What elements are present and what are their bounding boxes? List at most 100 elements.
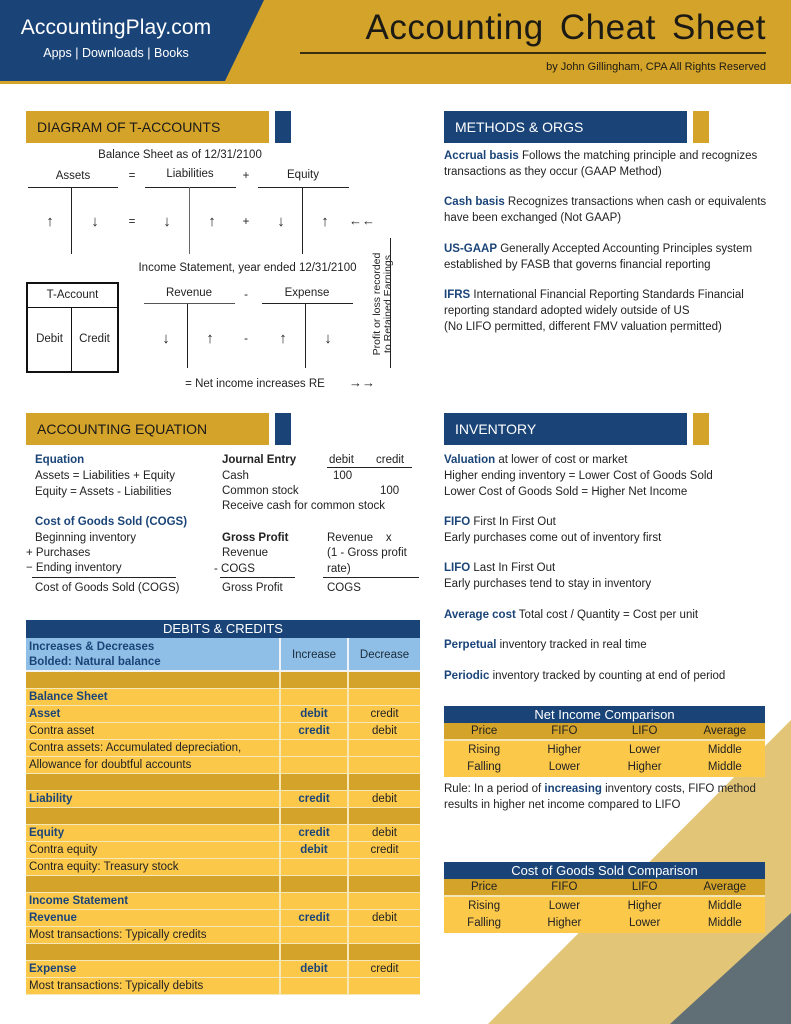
term: Accrual basis (444, 150, 519, 162)
equation-line: Equity = Assets - Liabilities (35, 486, 172, 498)
section-header-inventory: INVENTORY (444, 413, 687, 445)
right-arrows-icon: →→ (349, 375, 375, 390)
row-decrease: credit (347, 961, 420, 977)
liabilities-debit-arrow-icon: ↓ (163, 213, 171, 230)
inventory-perpetual: Perpetual inventory tracked in real time (444, 639, 647, 651)
row-label: Most transactions: Typically debits (29, 980, 204, 992)
row-increase (279, 808, 347, 824)
method-us-gaap: US-GAAP Generally Accepted Accounting Pr… (444, 243, 753, 271)
plus-operator: + (242, 170, 250, 182)
row-increase: credit (279, 723, 347, 739)
site-links[interactable]: Apps | Downloads | Books (0, 46, 232, 60)
row-label (26, 944, 279, 960)
header-increase: Increase (279, 638, 347, 670)
table-row: Most transactions: Typically credits (26, 927, 420, 944)
debits-credits-title: DEBITS & CREDITS (26, 620, 420, 638)
header-decrease: Decrease (347, 638, 420, 670)
row-increase: debit (279, 842, 347, 858)
row-decrease (347, 672, 420, 688)
row-increase (279, 893, 347, 909)
row-increase: debit (279, 961, 347, 977)
assets-t-bar (28, 187, 118, 188)
table-header-row: Price FIFO LIFO Average (444, 879, 765, 897)
row-increase (279, 859, 347, 875)
row-label: Contra assets: Accumulated depreciation, (29, 742, 242, 754)
row-decrease (347, 740, 420, 756)
gp-line: Revenue (222, 547, 269, 559)
row-increase: credit (279, 791, 347, 807)
t-account-title: T-Account (28, 284, 117, 308)
expense-label: Expense (284, 287, 330, 299)
section-header-equation: ACCOUNTING EQUATION (26, 413, 269, 445)
row-decrease: credit (347, 842, 420, 858)
site-name[interactable]: AccountingPlay.com (0, 16, 232, 40)
row-label: Contra equity (29, 844, 98, 856)
method-ifrs: IFRS International Financial Reporting S… (444, 289, 744, 333)
row-decrease: credit (347, 706, 420, 722)
section-tab-accent (693, 413, 709, 445)
t-account-legend: T-Account Debit Credit (26, 282, 119, 373)
table-row: Contra asset credit debit (26, 723, 420, 740)
gp-alt-result: COGS (327, 582, 361, 594)
debits-credits-table: DEBITS & CREDITS Increases & Decreases B… (26, 620, 420, 995)
left-arrows-icon: ←← (349, 213, 375, 228)
byline: by John Gillingham, CPA All Rights Reser… (546, 61, 766, 73)
section-tab-accent (275, 413, 291, 445)
row-label: Most transactions: Typically credits (29, 929, 207, 941)
debits-credits-body: Balance Sheet Asset debit credit Contra asse… (26, 672, 420, 995)
row-label: Income Statement (29, 895, 129, 907)
t-account-credit: Credit (79, 333, 110, 345)
equation-block: Equation Assets = Liabilities + Equity E… (35, 452, 175, 500)
cogs-title: Cost of Goods Sold (COGS) (35, 516, 188, 528)
cogs-line: Beginning inventory (35, 532, 137, 544)
minus-operator: - (244, 289, 248, 301)
journal-debit-head: debit (329, 454, 354, 466)
row-decrease (347, 859, 420, 875)
row-increase (279, 927, 347, 943)
inventory-periodic: Periodic inventory tracked by counting a… (444, 670, 726, 682)
row-decrease: debit (347, 723, 420, 739)
equation-line: Assets = Liabilities + Equity (35, 470, 175, 482)
table-row: Income Statement (26, 893, 420, 910)
assets-t-stem (71, 187, 72, 254)
page-title: Accounting Cheat Sheet (365, 8, 766, 47)
term: US-GAAP (444, 243, 498, 255)
expense-debit-arrow-icon: ↑ (279, 330, 287, 347)
assets-label: Assets (55, 170, 91, 182)
inventory-lifo: LIFO Last In First Out Early purchases t… (444, 562, 652, 590)
header-description: Increases & Decreases Bolded: Natural ba… (29, 641, 161, 668)
net-income-comparison-title: Net Income Comparison (444, 706, 765, 723)
row-decrease (347, 944, 420, 960)
table-spacer-row (26, 944, 420, 961)
table-row: Balance Sheet (26, 689, 420, 706)
row-label: Liability (29, 793, 73, 805)
row-label (26, 774, 279, 790)
table-spacer-row (26, 774, 420, 791)
net-income-rule: Rule: In a period of increasing inventor… (444, 783, 756, 811)
equals-operator: = (128, 170, 136, 182)
row-increase (279, 944, 347, 960)
revenue-t-bar (144, 303, 235, 304)
row-label (26, 672, 279, 688)
row-label: Asset (29, 708, 61, 720)
equation-title: Equation (35, 454, 85, 466)
inventory-average-cost: Average cost Total cost / Quantity = Cos… (444, 609, 699, 621)
table-row: Falling Higher Lower Middle (467, 917, 742, 929)
section-tab-accent (693, 111, 709, 143)
table-row: Falling Lower Higher Middle (467, 761, 742, 773)
row-decrease (347, 927, 420, 943)
liabilities-t-stem (189, 187, 190, 254)
revenue-credit-arrow-icon: ↑ (206, 330, 214, 347)
row-increase (279, 978, 347, 994)
table-row: Asset debit credit (26, 706, 420, 723)
equity-credit-arrow-icon: ↑ (321, 213, 329, 230)
journal-credit: 100 (380, 485, 400, 497)
journal-account: Common stock (222, 485, 299, 497)
table-row: Revenue credit debit (26, 910, 420, 927)
table-row: Equity credit debit (26, 825, 420, 842)
table-spacer-row (26, 808, 420, 825)
plus-operator-row: + (242, 216, 250, 228)
section-tab-accent (275, 111, 291, 143)
revenue-label: Revenue (165, 287, 213, 299)
assets-decrease-arrow-icon: ↓ (91, 213, 99, 230)
